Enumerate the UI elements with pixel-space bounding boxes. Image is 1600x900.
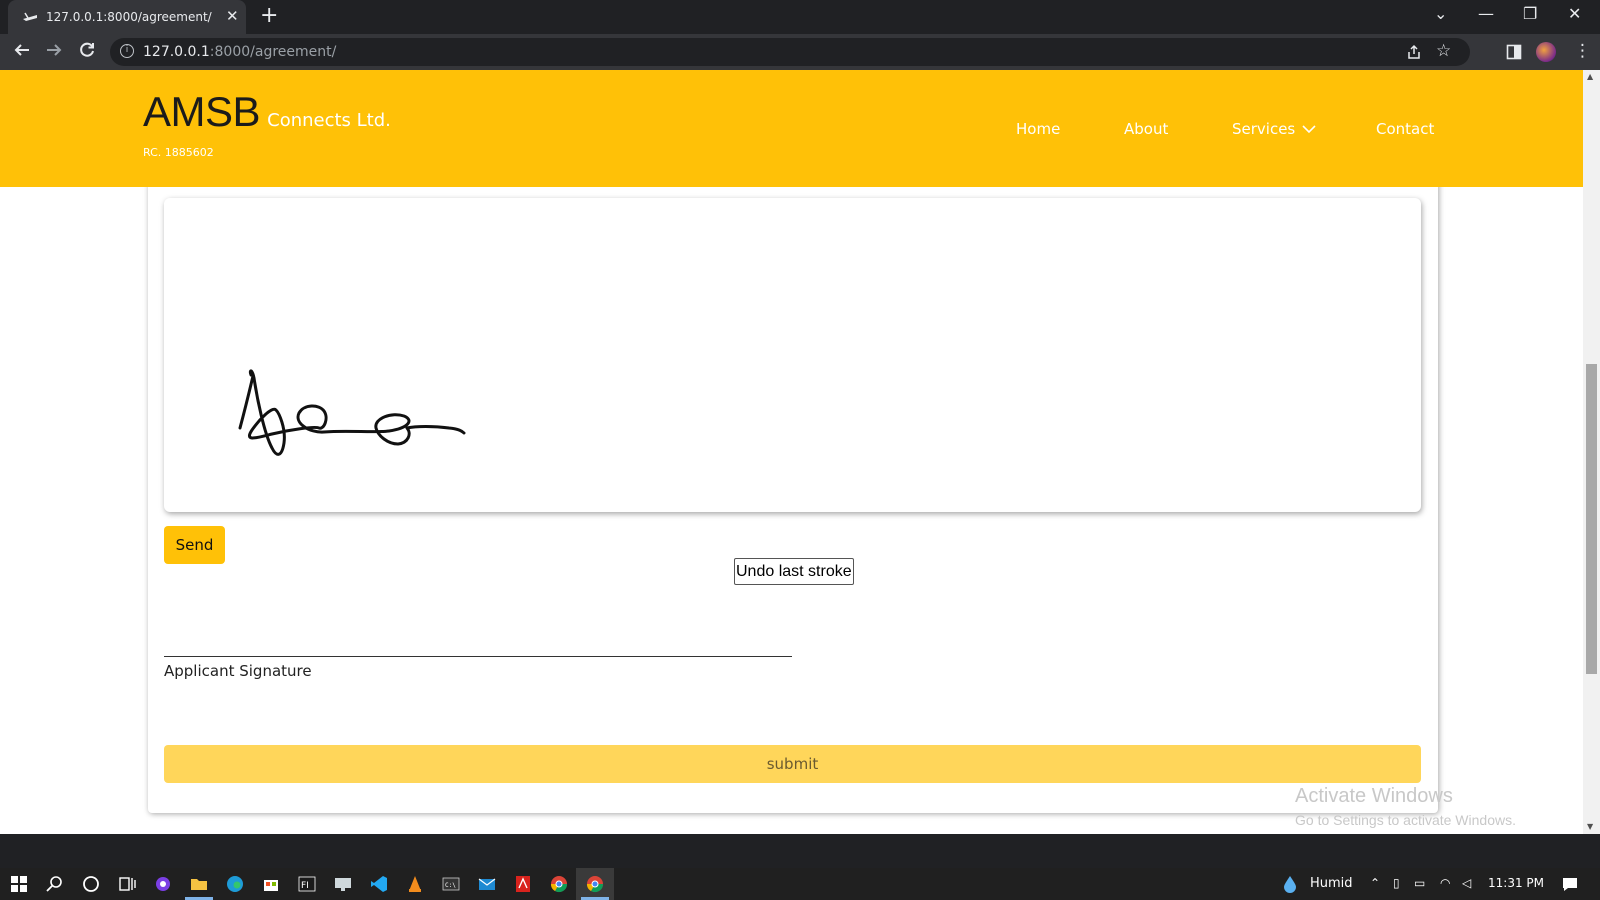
nav-link-about[interactable]: About <box>1124 120 1168 138</box>
undo-last-stroke-button[interactable]: Undo last stroke <box>734 558 854 585</box>
vlc-icon[interactable] <box>405 874 425 894</box>
weather-text[interactable]: Humid <box>1310 876 1353 891</box>
wifi-icon[interactable]: ◠ <box>1440 876 1450 890</box>
submit-button[interactable]: submit <box>164 745 1421 783</box>
registration-number: RC. 1885602 <box>143 146 214 159</box>
chrome-icon[interactable] <box>549 874 569 894</box>
notification-icon[interactable] <box>1560 874 1580 894</box>
nav-link-contact[interactable]: Contact <box>1376 120 1434 138</box>
terminal-icon[interactable]: C:\ <box>441 874 461 894</box>
store-icon[interactable] <box>261 874 281 894</box>
task-view-icon[interactable] <box>117 874 137 894</box>
show-hidden-icons-icon[interactable]: ⌃ <box>1370 876 1380 890</box>
chrome-active-icon[interactable] <box>585 874 605 894</box>
browser-tab[interactable]: 127.0.0.1:8000/agreement/ ✕ <box>8 0 246 34</box>
new-tab-button[interactable]: + <box>260 3 278 28</box>
brand-subtitle: Connects Ltd. <box>267 110 391 131</box>
browser-toolbar: i 127.0.0.1:8000/agreement/ ☆ ⋮ <box>0 34 1600 70</box>
bookmark-star-icon[interactable]: ☆ <box>1436 41 1451 61</box>
file-explorer-icon[interactable] <box>189 874 209 894</box>
windows-start-icon[interactable] <box>9 874 29 894</box>
nav-link-home[interactable]: Home <box>1016 120 1060 138</box>
watermark-title: Activate Windows <box>1295 785 1453 807</box>
cortana-icon[interactable] <box>81 874 101 894</box>
nav-link-services[interactable]: Services <box>1232 120 1316 138</box>
scrollbar-thumb[interactable] <box>1586 364 1597 674</box>
side-panel-icon[interactable] <box>1506 44 1522 60</box>
signature-stroke <box>238 369 466 456</box>
close-window-icon[interactable]: ✕ <box>1568 4 1581 23</box>
battery-icon[interactable]: ▭ <box>1414 876 1425 890</box>
share-icon[interactable] <box>1406 44 1422 60</box>
tab-search-icon[interactable]: ⌄ <box>1434 4 1447 23</box>
scroll-down-icon[interactable]: ▼ <box>1587 822 1593 831</box>
edge-browser-icon[interactable] <box>225 874 245 894</box>
scroll-up-icon[interactable]: ▲ <box>1587 72 1593 81</box>
tab-close-icon[interactable]: ✕ <box>226 7 239 25</box>
tab-title: 127.0.0.1:8000/agreement/ <box>46 10 212 24</box>
browser-tab-bar: 127.0.0.1:8000/agreement/ ✕ + ⌄ — ❐ ✕ <box>0 0 1600 34</box>
page-scrollbar[interactable]: ▲ ▼ <box>1583 70 1600 834</box>
weather-droplet-icon[interactable] <box>1280 874 1300 894</box>
app-icon-purple[interactable] <box>153 874 173 894</box>
site-header: AMSB Connects Ltd. RC. 1885602 Home Abou… <box>0 70 1583 187</box>
brand-logo[interactable]: AMSB Connects Ltd. <box>143 88 391 136</box>
watermark-subtitle: Go to Settings to activate Windows. <box>1295 812 1516 828</box>
services-label: Services <box>1232 120 1296 138</box>
acrobat-icon[interactable] <box>513 874 533 894</box>
signature-label: Applicant Signature <box>164 662 312 680</box>
back-icon[interactable] <box>13 41 31 59</box>
url-text: 127.0.0.1:8000/agreement/ <box>143 44 337 60</box>
restore-icon[interactable]: ❐ <box>1523 4 1537 23</box>
site-footer <box>0 834 1600 868</box>
mail-icon[interactable] <box>477 874 497 894</box>
search-icon[interactable] <box>45 874 65 894</box>
vscode-icon[interactable] <box>369 874 389 894</box>
send-button[interactable]: Send <box>164 526 225 564</box>
svg-text:FI: FI <box>301 881 309 891</box>
forward-icon[interactable] <box>45 41 63 59</box>
svg-text:C:\: C:\ <box>445 882 456 889</box>
clock-time[interactable]: 11:31 PM <box>1488 876 1544 890</box>
signature-pad[interactable] <box>164 198 1421 512</box>
site-favicon-icon <box>23 12 37 21</box>
volume-icon[interactable]: ◁ <box>1462 876 1471 890</box>
app-icon-monitor[interactable] <box>333 874 353 894</box>
page-viewport: Undo last stroke Send Applicant Signatur… <box>0 70 1583 834</box>
reload-icon[interactable] <box>78 41 96 59</box>
device-icon[interactable]: ▯ <box>1393 876 1400 890</box>
app-icon-fi[interactable]: FI <box>297 874 317 894</box>
browser-menu-icon[interactable]: ⋮ <box>1574 41 1591 61</box>
minimize-icon[interactable]: — <box>1478 4 1494 23</box>
brand-name: AMSB <box>143 88 261 135</box>
windows-taskbar: FI C:\ Humid ⌃ ▯ ▭ ◠ ◁ 11:31 PM <box>0 868 1600 900</box>
chevron-down-icon <box>1302 125 1316 134</box>
address-bar[interactable]: i 127.0.0.1:8000/agreement/ ☆ <box>110 38 1470 66</box>
signature-line <box>164 656 792 657</box>
activate-windows-watermark: Activate Windows Go to Settings to activ… <box>1295 785 1516 828</box>
site-info-icon[interactable]: i <box>120 44 134 58</box>
profile-avatar[interactable] <box>1536 42 1556 62</box>
